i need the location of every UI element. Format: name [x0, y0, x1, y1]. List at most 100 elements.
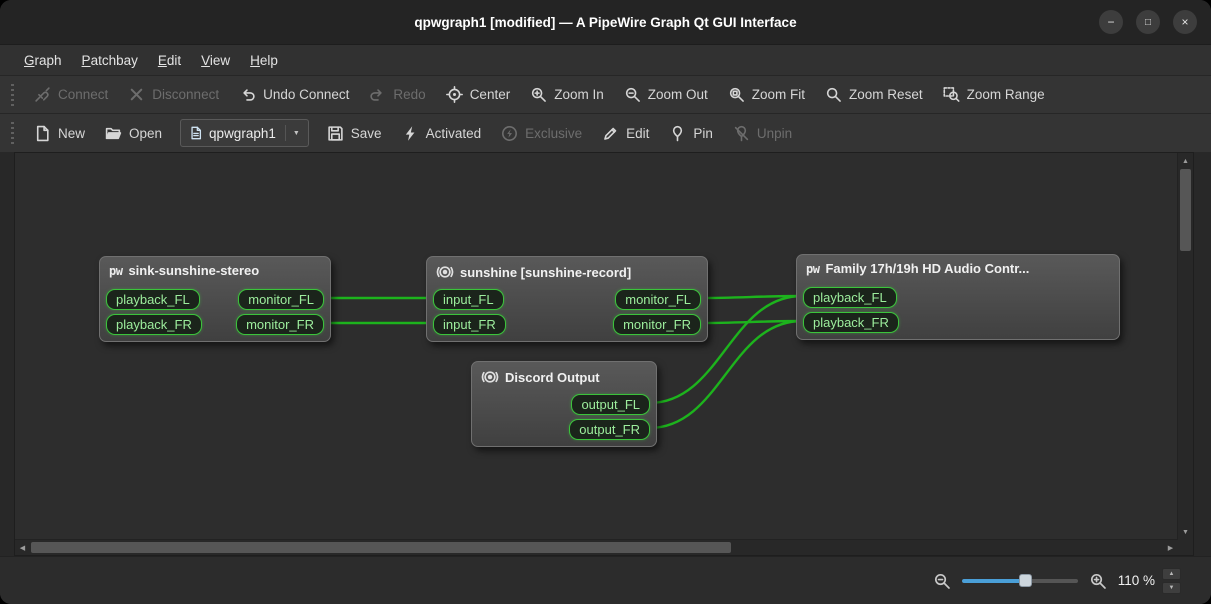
spin-down-icon[interactable]: ▼ — [1162, 582, 1181, 594]
pin-icon — [669, 125, 686, 142]
redo-icon — [369, 86, 386, 103]
horizontal-scrollbar[interactable]: ◀ ▶ — [15, 539, 1178, 555]
port-playback-fl[interactable]: playback_FL — [106, 289, 200, 310]
horizontal-scrollbar-thumb[interactable] — [31, 542, 731, 553]
audio-app-icon — [481, 368, 499, 386]
vertical-scrollbar[interactable]: ▲ ▼ — [1177, 153, 1193, 540]
exclusive-toggle[interactable]: Exclusive — [491, 114, 592, 152]
node-header: pw Family 17h/19h HD Audio Contr... — [797, 255, 1119, 279]
menu-help[interactable]: Help — [240, 48, 288, 73]
zoom-slider-fill — [962, 579, 1026, 583]
patchbay-toolbar: New Open qpwgraph1 ▼ Save Activated Excl… — [0, 113, 1211, 152]
zoom-fit-button[interactable]: Zoom Fit — [718, 76, 815, 113]
zoom-slider[interactable] — [962, 572, 1078, 589]
pipewire-icon: pw — [109, 264, 122, 278]
zoom-out-button[interactable]: Zoom Out — [614, 76, 718, 113]
port-input-fr[interactable]: input_FR — [433, 314, 506, 335]
zoom-reset-button[interactable]: Zoom Reset — [815, 76, 933, 113]
connect-button[interactable]: Connect — [24, 76, 118, 113]
save-button[interactable]: Save — [317, 114, 392, 152]
activated-toggle[interactable]: Activated — [392, 114, 492, 152]
port-playback-fr[interactable]: playback_FR — [106, 314, 202, 335]
spin-up-icon[interactable]: ▲ — [1162, 568, 1181, 580]
zoom-out-icon — [624, 86, 641, 103]
port-monitor-fr[interactable]: monitor_FR — [236, 314, 324, 335]
zoom-spinbox[interactable]: 110 % ▲ ▼ — [1118, 568, 1181, 594]
node-header: Discord Output — [472, 362, 656, 389]
node-family-hd-audio[interactable]: pw Family 17h/19h HD Audio Contr... play… — [796, 254, 1120, 340]
zoom-out-icon — [933, 572, 951, 590]
dropdown-arrow-icon[interactable]: ▼ — [285, 125, 300, 141]
status-bar: 110 % ▲ ▼ — [0, 556, 1211, 604]
open-folder-icon — [105, 125, 122, 142]
node-header: pw sink-sunshine-stereo — [100, 257, 330, 281]
zoom-fit-icon — [728, 86, 745, 103]
scroll-down-icon[interactable]: ▼ — [1178, 525, 1193, 539]
scroll-left-icon[interactable]: ◀ — [15, 540, 30, 555]
center-icon — [446, 86, 463, 103]
node-sunshine[interactable]: sunshine [sunshine-record] input_FL inpu… — [426, 256, 708, 342]
new-button[interactable]: New — [24, 114, 95, 152]
zoom-in-icon — [1089, 572, 1107, 590]
node-sink-sunshine-stereo[interactable]: pw sink-sunshine-stereo playback_FL play… — [99, 256, 331, 342]
app-window: qpwgraph1 [modified] — A PipeWire Graph … — [0, 0, 1211, 604]
save-icon — [327, 125, 344, 142]
undo-connect-button[interactable]: Undo Connect — [229, 76, 359, 113]
scrollbar-corner — [1178, 540, 1193, 555]
zoom-reset-icon — [825, 86, 842, 103]
port-playback-fr[interactable]: playback_FR — [803, 312, 899, 333]
vertical-scrollbar-thumb[interactable] — [1180, 169, 1191, 251]
port-monitor-fr[interactable]: monitor_FR — [613, 314, 701, 335]
disconnect-icon — [128, 86, 145, 103]
disconnect-button[interactable]: Disconnect — [118, 76, 229, 113]
zoom-in-icon — [530, 86, 547, 103]
patchbay-file-icon — [189, 126, 203, 140]
redo-button[interactable]: Redo — [359, 76, 435, 113]
port-output-fl[interactable]: output_FL — [571, 394, 650, 415]
patchbay-profile-value: qpwgraph1 — [209, 126, 276, 141]
spin-buttons: ▲ ▼ — [1162, 568, 1181, 594]
toolbar-drag-handle[interactable] — [11, 84, 14, 106]
zoom-value[interactable]: 110 % — [1118, 573, 1155, 588]
node-discord-output[interactable]: Discord Output output_FL output_FR — [471, 361, 657, 447]
toolbar-drag-handle[interactable] — [11, 122, 14, 144]
scroll-up-icon[interactable]: ▲ — [1178, 154, 1193, 168]
unpin-button[interactable]: Unpin — [723, 114, 802, 152]
activated-bolt-icon — [402, 125, 419, 142]
new-file-icon — [34, 125, 51, 142]
scroll-right-icon[interactable]: ▶ — [1163, 540, 1178, 555]
minimize-button[interactable]: − — [1099, 10, 1123, 34]
patchbay-profile-combo[interactable]: qpwgraph1 ▼ — [180, 119, 309, 147]
edit-toggle[interactable]: Edit — [592, 114, 659, 152]
port-monitor-fl[interactable]: monitor_FL — [615, 289, 701, 310]
edit-pencil-icon — [602, 125, 619, 142]
zoom-range-icon — [943, 86, 960, 103]
zoom-slider-handle[interactable] — [1019, 574, 1032, 587]
graph-toolbar: Connect Disconnect Undo Connect Redo Cen… — [0, 75, 1211, 113]
port-monitor-fl[interactable]: monitor_FL — [238, 289, 324, 310]
graph-canvas[interactable]: pw sink-sunshine-stereo playback_FL play… — [14, 152, 1194, 556]
port-output-fr[interactable]: output_FR — [569, 419, 650, 440]
node-header: sunshine [sunshine-record] — [427, 257, 707, 284]
menu-view[interactable]: View — [191, 48, 240, 73]
pin-button[interactable]: Pin — [659, 114, 723, 152]
window-controls: − □ × — [1099, 10, 1197, 34]
zoom-range-button[interactable]: Zoom Range — [933, 76, 1055, 113]
close-button[interactable]: × — [1173, 10, 1197, 34]
undo-icon — [239, 86, 256, 103]
port-input-fl[interactable]: input_FL — [433, 289, 504, 310]
title-bar: qpwgraph1 [modified] — A PipeWire Graph … — [0, 0, 1211, 44]
pipewire-icon: pw — [806, 262, 819, 276]
menu-patchbay[interactable]: Patchbay — [72, 48, 148, 73]
open-button[interactable]: Open — [95, 114, 172, 152]
maximize-button[interactable]: □ — [1136, 10, 1160, 34]
menu-graph[interactable]: Graph — [14, 48, 72, 73]
connections-layer — [15, 153, 1178, 540]
zoom-in-button[interactable]: Zoom In — [520, 76, 614, 113]
central-area: pw sink-sunshine-stereo playback_FL play… — [0, 152, 1211, 556]
center-button[interactable]: Center — [436, 76, 521, 113]
graph-view[interactable]: pw sink-sunshine-stereo playback_FL play… — [15, 153, 1178, 540]
connect-icon — [34, 86, 51, 103]
port-playback-fl[interactable]: playback_FL — [803, 287, 897, 308]
menu-edit[interactable]: Edit — [148, 48, 191, 73]
